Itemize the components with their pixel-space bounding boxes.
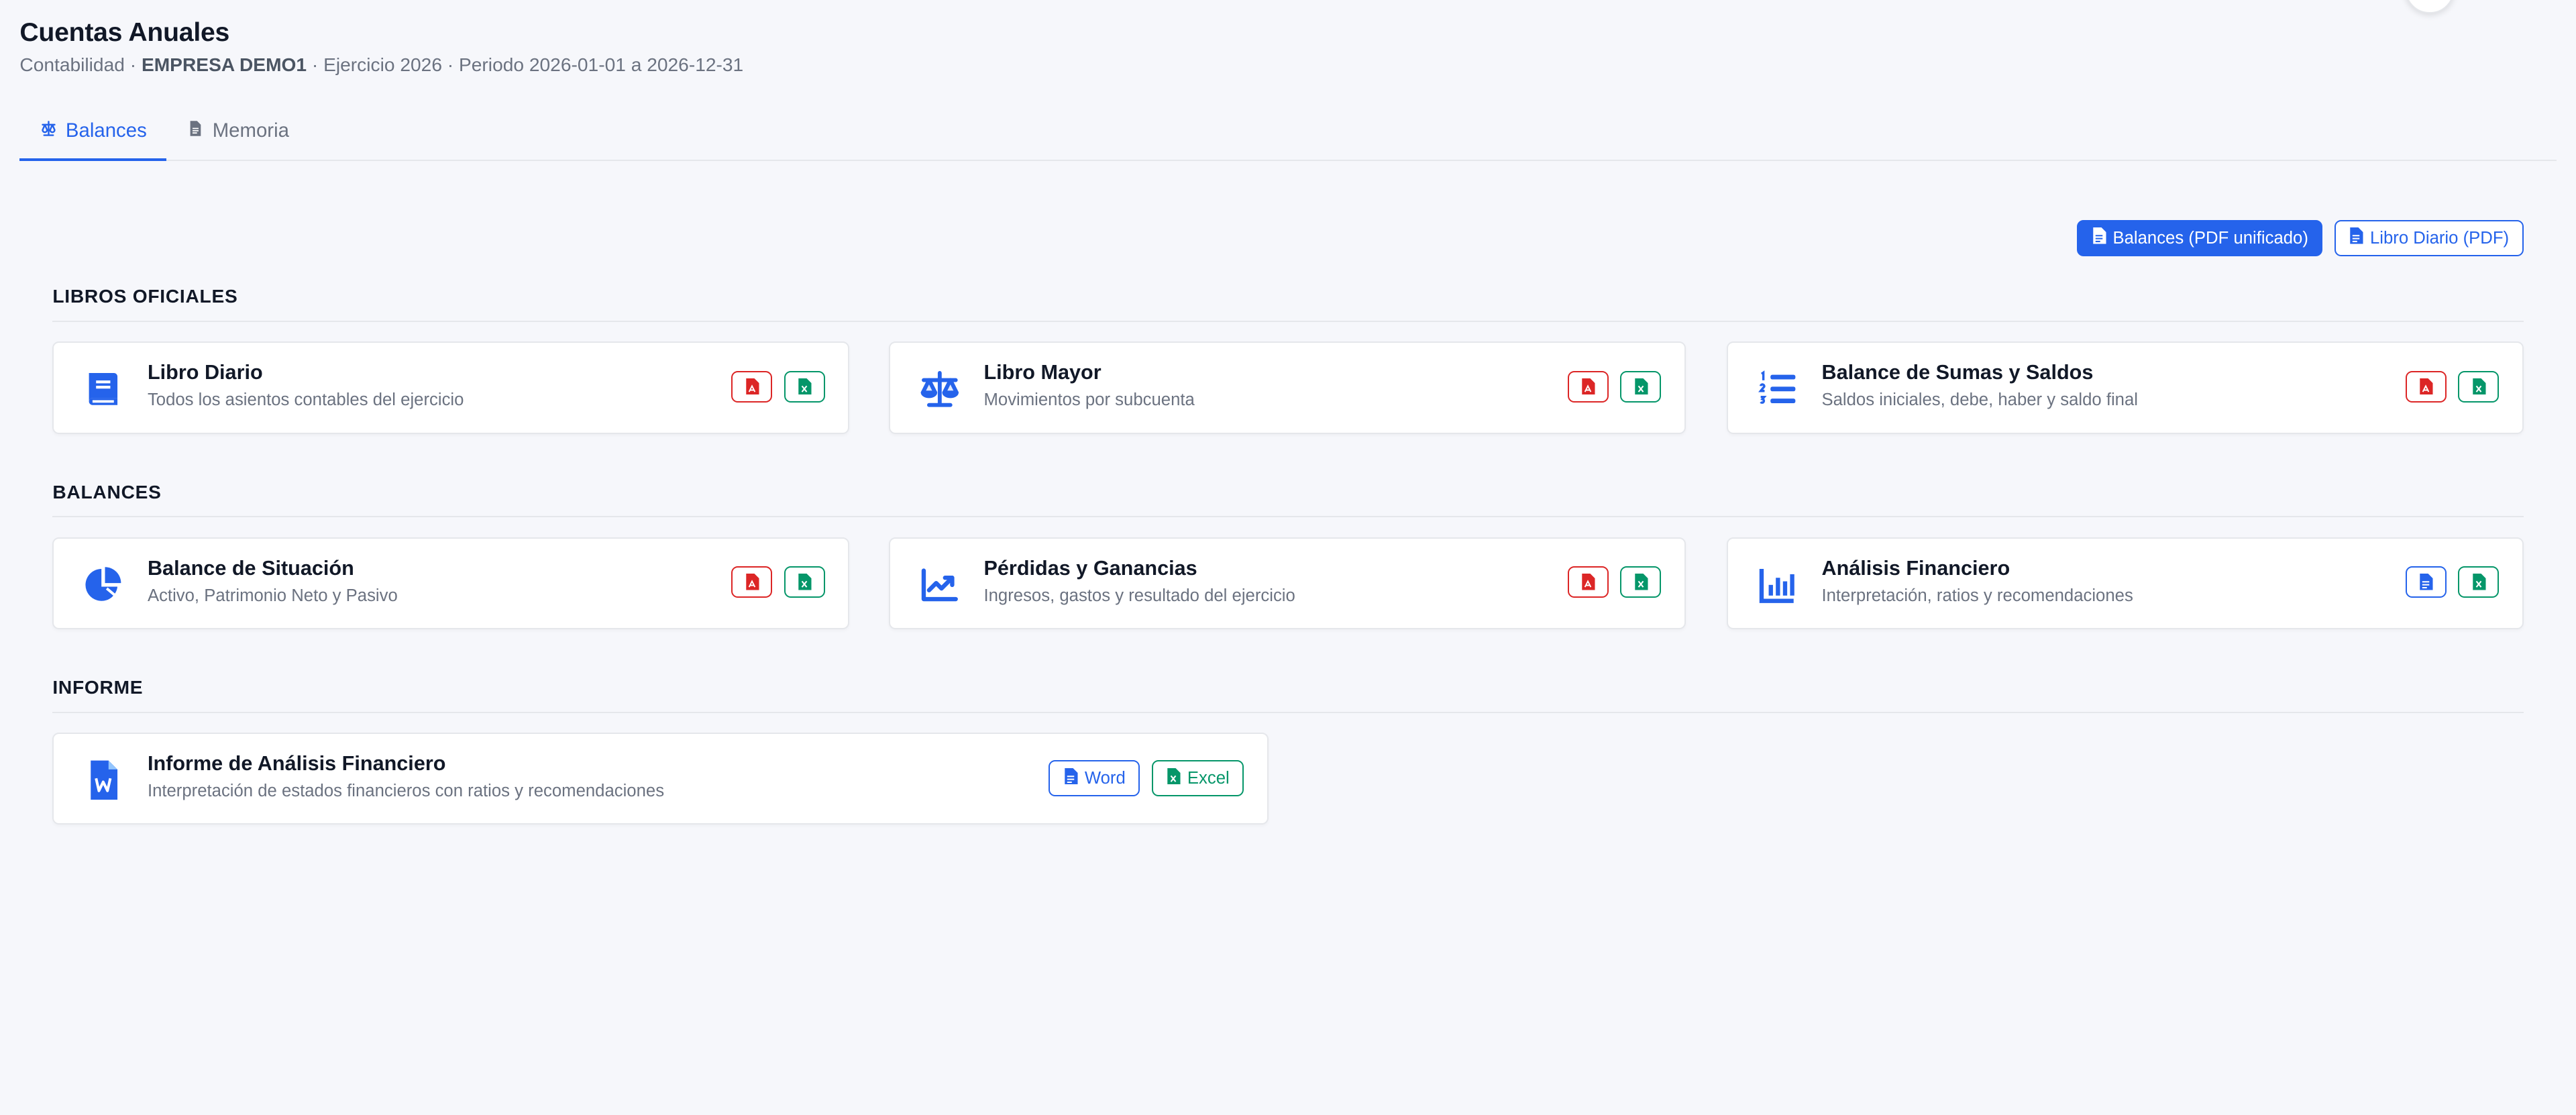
page-subtitle: Contabilidad · EMPRESA DEMO1 · Ejercicio…	[19, 54, 743, 76]
balances-pdf-button[interactable]: Balances (PDF unificado)	[2077, 220, 2323, 257]
book-icon	[82, 368, 125, 411]
card-sumas-saldos: Balance de Sumas y Saldos Saldos inicial…	[1726, 341, 2524, 434]
numbered-list-icon	[1756, 368, 1799, 411]
download-pdf-button[interactable]	[731, 566, 773, 598]
pie-chart-icon	[82, 564, 125, 606]
card-description: Ingresos, gastos y resultado del ejercic…	[983, 586, 1295, 605]
pdf-file-icon	[2349, 227, 2363, 248]
word-icon	[1063, 767, 1078, 789]
download-excel-button[interactable]	[1620, 371, 1662, 403]
excel-icon	[797, 568, 812, 597]
download-excel-button[interactable]	[2458, 371, 2500, 403]
download-excel-button[interactable]: Excel	[1151, 760, 1244, 797]
card-actions	[2405, 566, 2500, 598]
download-excel-button[interactable]	[784, 566, 825, 598]
tab-balances[interactable]: Balances	[19, 103, 167, 161]
excel-icon	[797, 372, 812, 401]
card-description: Activo, Patrimonio Neto y Pasivo	[147, 586, 398, 605]
download-word-button[interactable]	[2405, 566, 2447, 598]
card-description: Movimientos por subcuenta	[983, 390, 1195, 410]
pdf-icon	[745, 372, 759, 401]
card-actions	[731, 566, 825, 598]
scale-icon	[918, 368, 961, 411]
download-word-button[interactable]: Word	[1049, 760, 1140, 797]
scale-icon	[40, 119, 58, 143]
line-chart-icon	[918, 564, 961, 606]
card-actions	[731, 371, 825, 403]
page-title: Cuentas Anuales	[19, 17, 230, 47]
word-file-icon	[82, 759, 125, 802]
card-title: Balance de Situación	[147, 556, 354, 580]
balances-pdf-label: Balances (PDF unificado)	[2112, 228, 2308, 248]
card-perdidas-ganancias: Pérdidas y Ganancias Ingresos, gastos y …	[888, 537, 1686, 629]
download-pdf-button[interactable]	[1567, 371, 1609, 403]
excel-icon	[1633, 372, 1648, 401]
word-icon	[2418, 568, 2433, 597]
excel-icon	[1633, 568, 1648, 597]
word-label: Word	[1084, 768, 1126, 788]
tab-balances-label: Balances	[65, 119, 147, 142]
company-name: EMPRESA DEMO1	[141, 54, 307, 75]
subtitle-prefix: Contabilidad ·	[19, 54, 142, 75]
excel-icon	[1166, 767, 1181, 789]
card-title: Pérdidas y Ganancias	[983, 556, 1197, 580]
tab-bar: Balances Memoria	[19, 103, 2557, 161]
excel-icon	[2471, 372, 2486, 401]
card-title: Informe de Análisis Financiero	[147, 752, 446, 776]
card-title: Libro Diario	[147, 361, 263, 384]
card-analisis-financiero: Análisis Financiero Interpretación, rati…	[1726, 537, 2524, 629]
section-informe: INFORME	[52, 677, 2524, 713]
top-actions: Balances (PDF unificado) Libro Diario (P…	[2077, 220, 2524, 257]
download-pdf-button[interactable]	[731, 371, 773, 403]
section-balances: BALANCES	[52, 482, 2524, 518]
floating-action-button[interactable]	[2405, 0, 2455, 13]
excel-label: Excel	[1187, 768, 1230, 788]
libro-diario-pdf-button[interactable]: Libro Diario (PDF)	[2334, 220, 2524, 257]
section-libros-oficiales: LIBROS OFICIALES	[52, 286, 2524, 322]
download-pdf-button[interactable]	[1567, 566, 1609, 598]
file-icon	[186, 119, 205, 143]
page-header: Cuentas Anuales Contabilidad · EMPRESA D…	[19, 18, 743, 76]
pdf-icon	[2418, 372, 2433, 401]
card-actions: Word Excel	[1049, 760, 1244, 797]
subtitle-suffix: · Ejercicio 2026 · Periodo 2026-01-01 a …	[307, 54, 744, 75]
download-excel-button[interactable]	[2458, 566, 2500, 598]
card-actions	[1567, 371, 1662, 403]
card-description: Interpretación de estados financieros co…	[147, 782, 665, 801]
pdf-icon	[1580, 568, 1595, 597]
card-title: Análisis Financiero	[1821, 556, 2010, 580]
pdf-file-icon	[2092, 227, 2106, 248]
card-description: Todos los asientos contables del ejercic…	[147, 390, 464, 410]
excel-icon	[2471, 568, 2486, 597]
card-actions	[1567, 566, 1662, 598]
download-excel-button[interactable]	[784, 371, 825, 403]
tab-memoria[interactable]: Memoria	[166, 103, 309, 161]
pdf-icon	[1580, 372, 1595, 401]
libro-diario-pdf-label: Libro Diario (PDF)	[2370, 228, 2510, 248]
bar-chart-icon	[1756, 564, 1799, 606]
download-pdf-button[interactable]	[2405, 371, 2447, 403]
card-libro-diario: Libro Diario Todos los asientos contable…	[52, 341, 850, 434]
download-excel-button[interactable]	[1620, 566, 1662, 598]
card-title: Libro Mayor	[983, 361, 1102, 384]
card-description: Interpretación, ratios y recomendaciones	[1821, 586, 2133, 605]
card-description: Saldos iniciales, debe, haber y saldo fi…	[1821, 390, 2138, 410]
card-balance-situacion: Balance de Situación Activo, Patrimonio …	[52, 537, 850, 629]
card-title: Balance de Sumas y Saldos	[1821, 361, 2094, 384]
card-actions	[2405, 371, 2500, 403]
pdf-icon	[745, 568, 759, 597]
tab-memoria-label: Memoria	[212, 119, 289, 142]
card-libro-mayor: Libro Mayor Movimientos por subcuenta	[888, 341, 1686, 434]
card-informe-analisis: Informe de Análisis Financiero Interpret…	[52, 733, 1269, 825]
